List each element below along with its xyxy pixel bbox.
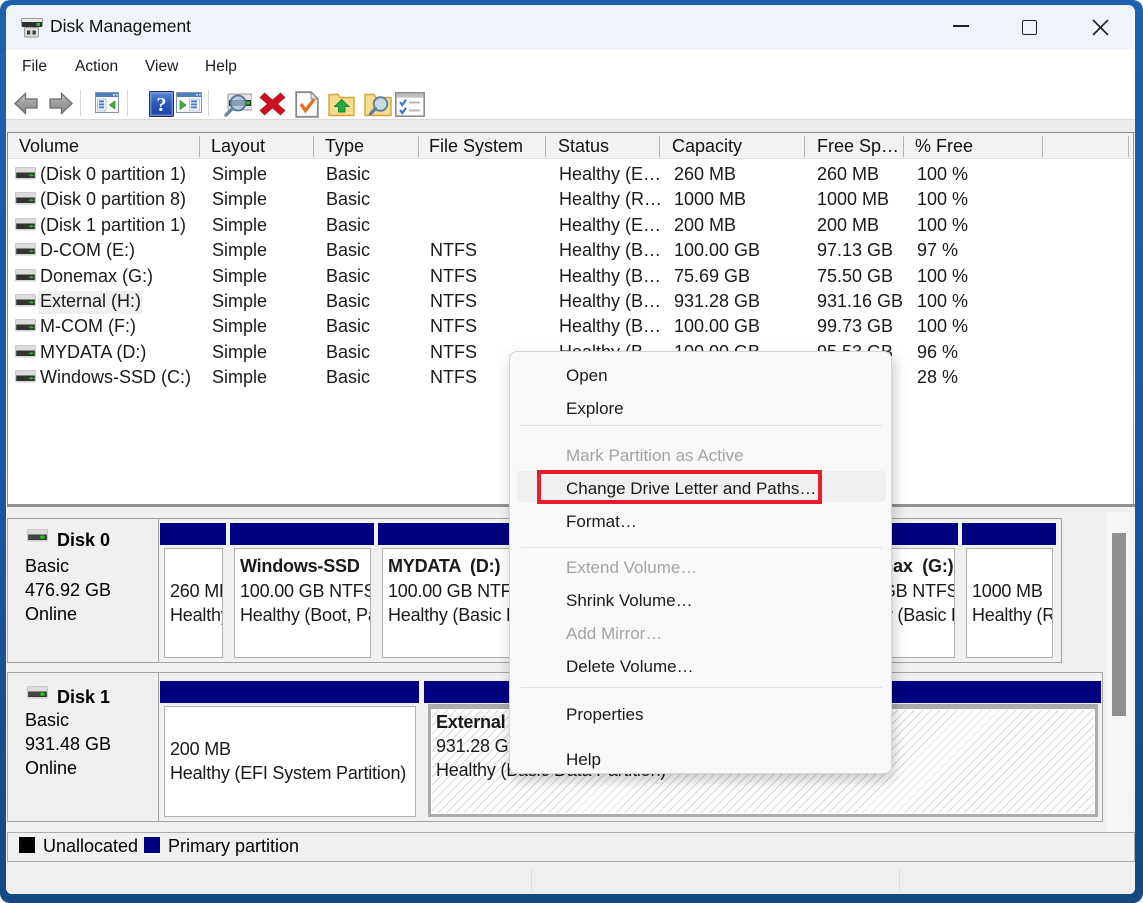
- svg-text:?: ?: [157, 94, 167, 116]
